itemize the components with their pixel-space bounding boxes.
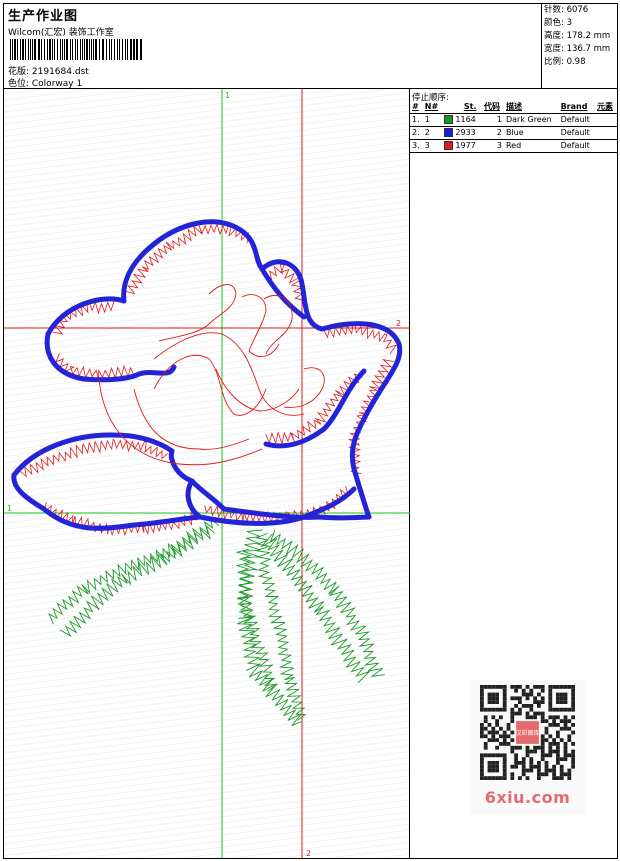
col-element: 元素 bbox=[597, 102, 614, 112]
row-needle: 2 bbox=[424, 128, 430, 137]
col-brand: Brand bbox=[560, 102, 588, 112]
design-canvas[interactable]: 1 1 2 2 bbox=[4, 89, 410, 858]
guide-label-green-left: 1 bbox=[7, 504, 12, 513]
color-count: 颜色: 3 bbox=[544, 18, 572, 28]
design-stats: 针数: 6076 颜色: 3 高度: 178.2 mm 宽度: 136.7 mm… bbox=[541, 4, 617, 89]
row-brand: Default bbox=[560, 141, 590, 150]
table-row[interactable]: 1. 1 1164 1 Dark Green Default bbox=[410, 113, 617, 126]
table-row[interactable]: 3. 3 1977 3 Red Default bbox=[410, 139, 617, 152]
row-element bbox=[595, 139, 617, 152]
worksheet-title: 生产作业图 bbox=[8, 9, 79, 24]
colorway-label: 色位: Colorway 1 bbox=[8, 79, 83, 89]
color-swatch bbox=[443, 115, 453, 124]
guide-label-green-top: 1 bbox=[225, 91, 230, 100]
col-stitches: St. bbox=[463, 102, 477, 112]
qr-code: 汉印图库 bbox=[480, 685, 575, 780]
col-index: # bbox=[412, 102, 419, 112]
row-element bbox=[595, 126, 617, 139]
row-index: 1. bbox=[412, 115, 420, 124]
worksheet-header: 生产作业图 Wilcom(汇宏) 装饰工作室 花版: 2191684.dst 色… bbox=[4, 4, 617, 89]
row-brand: Default bbox=[560, 115, 590, 124]
barcode bbox=[10, 39, 142, 60]
table-header-row: # N# St. 代码 描述 Brand 元素 bbox=[410, 101, 617, 113]
row-needle: 3 bbox=[424, 141, 430, 150]
guide-label-red-bottom: 2 bbox=[306, 849, 311, 858]
color-swatch bbox=[443, 141, 453, 150]
qr-watermark: 汉印图库 6xiu.com bbox=[470, 680, 585, 815]
leaves bbox=[48, 517, 385, 727]
col-code: 代码 bbox=[484, 102, 501, 112]
watermark-site: 6xiu.com bbox=[484, 788, 571, 807]
petal-blue-outline bbox=[11, 219, 403, 531]
row-index: 3. bbox=[412, 141, 420, 150]
stitch-count: 针数: 6076 bbox=[544, 5, 589, 15]
row-description: Dark Green bbox=[505, 115, 552, 124]
row-stitches: 1164 bbox=[455, 115, 476, 124]
row-stitches-cell: 1164 bbox=[442, 113, 482, 126]
col-description: 描述 bbox=[505, 102, 522, 112]
row-code: 2 bbox=[496, 128, 502, 137]
design-scale: 比例: 0.98 bbox=[544, 57, 586, 67]
row-description: Red bbox=[505, 141, 522, 150]
row-code: 1 bbox=[496, 115, 502, 124]
color-swatch bbox=[443, 128, 453, 137]
studio-name: Wilcom(汇宏) 装饰工作室 bbox=[8, 28, 114, 38]
qr-badge-label: 汉印图库 bbox=[515, 729, 539, 737]
row-code: 3 bbox=[496, 141, 502, 150]
row-element bbox=[595, 113, 617, 126]
row-needle: 1 bbox=[424, 115, 430, 124]
guide-label-red-right: 2 bbox=[396, 319, 401, 328]
design-height: 高度: 178.2 mm bbox=[544, 31, 611, 41]
table-row[interactable]: 2. 2 2933 2 Blue Default bbox=[410, 126, 617, 139]
row-brand: Default bbox=[560, 128, 590, 137]
row-stitches-cell: 2933 bbox=[442, 126, 482, 139]
row-stitches: 1977 bbox=[455, 141, 476, 150]
col-needle: N# bbox=[424, 102, 439, 112]
row-stitches-cell: 1977 bbox=[442, 139, 482, 152]
row-description: Blue bbox=[505, 128, 524, 137]
row-index: 2. bbox=[412, 128, 420, 137]
rose-embroidery-preview: 1 1 2 2 bbox=[4, 89, 410, 858]
stop-sequence-table: # N# St. 代码 描述 Brand 元素 1. 1 1164 1 Dark… bbox=[410, 101, 617, 153]
row-stitches: 2933 bbox=[455, 128, 476, 137]
design-width: 宽度: 136.7 mm bbox=[544, 44, 611, 54]
